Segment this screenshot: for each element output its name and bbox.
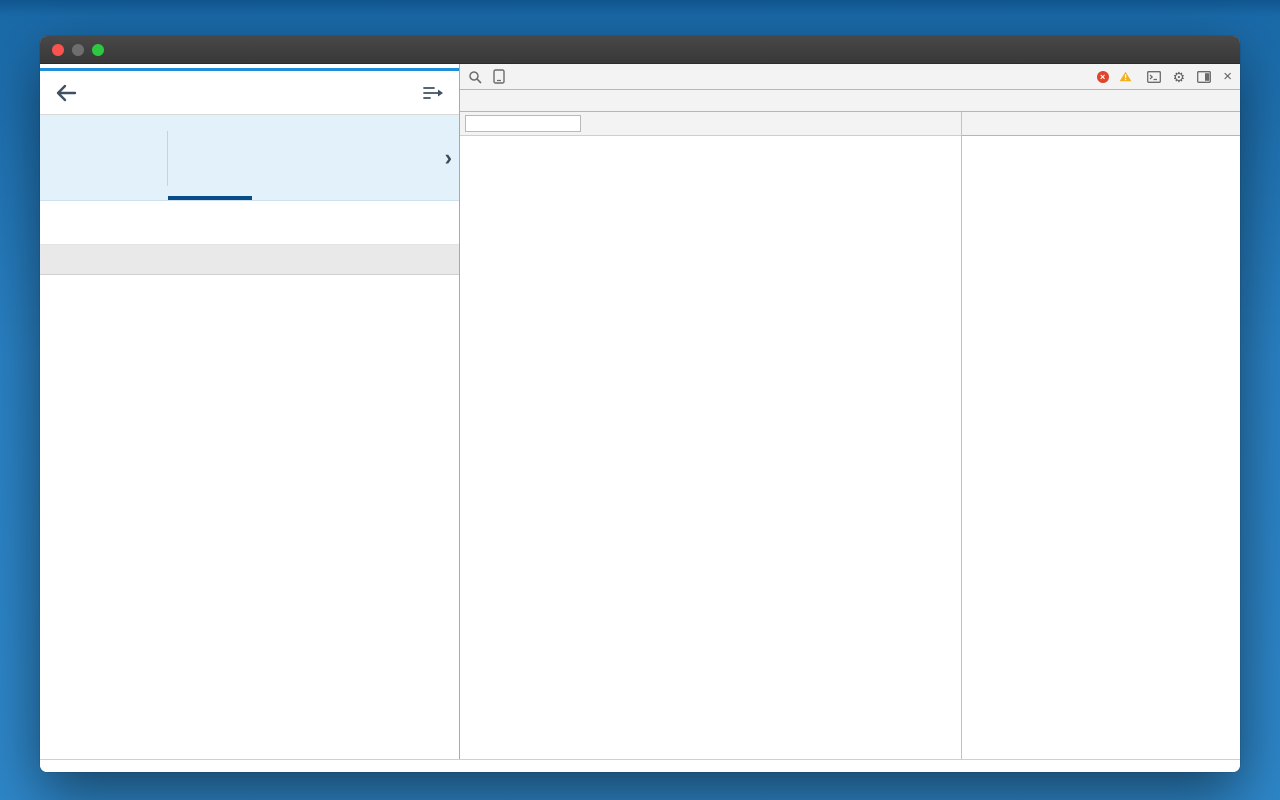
macos-titlebar[interactable] [40,36,1240,64]
back-button[interactable] [52,79,80,107]
devtools-toolbar: × [460,64,1240,90]
overflow-menu-button[interactable] [419,79,447,107]
app-page-header [40,71,459,115]
tab-all-products[interactable] [40,115,167,200]
devtools-pane: × [460,64,1240,759]
tab-scroll-right-button[interactable]: › [445,147,459,169]
console-errors-badge[interactable]: × [1097,71,1112,83]
properties-body [962,136,1240,759]
control-tree [460,136,961,759]
close-devtools-button[interactable]: × [1223,69,1232,84]
console-drawer-button[interactable] [1142,71,1166,83]
settings-gear-icon[interactable]: ⚙ [1173,70,1186,84]
device-mode-button[interactable] [487,64,511,89]
selected-tab-underline [168,196,252,200]
tab-divider [167,131,168,186]
device-phone-icon [493,69,505,84]
inspect-element-button[interactable] [463,64,487,89]
warning-icon [1119,71,1132,82]
app-preview-pane: › [40,64,460,759]
dock-side-button[interactable] [1192,71,1216,83]
ui5-subtabs [460,90,1240,112]
menu-list-icon [422,84,444,102]
icon-tab-bar: › [40,115,459,201]
selected-control-header [962,141,1240,159]
minimize-window-button[interactable] [72,44,84,56]
app-window: › [40,36,1240,772]
close-window-button[interactable] [52,44,64,56]
products-section-title [40,201,459,245]
console-warnings-badge[interactable] [1119,71,1135,82]
console-prompt-icon [1147,71,1161,83]
search-input[interactable] [465,115,581,132]
inspector-tabs [962,112,1240,136]
error-icon: × [1097,71,1109,83]
back-arrow-icon [55,84,77,102]
zoom-window-button[interactable] [92,44,104,56]
app-accent-bar [40,64,459,71]
properties-panel [962,112,1240,759]
products-table-header [40,245,459,275]
tree-filter-bar [460,112,961,136]
products-list [40,275,459,759]
window-bottom-strip [40,759,1240,772]
search-icon [468,70,482,84]
dock-side-icon [1197,71,1211,83]
